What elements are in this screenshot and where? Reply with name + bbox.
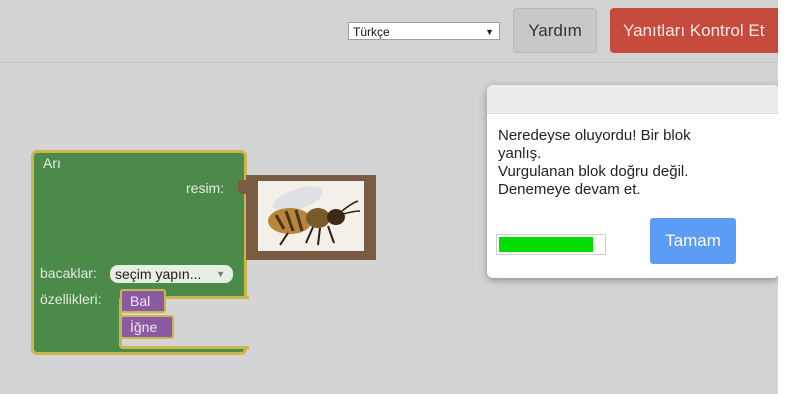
property-chip-bal[interactable]: Bal [120,289,166,313]
language-select[interactable]: Türkçe ▼ [348,22,500,40]
feedback-dialog: Neredeyse oluyordu! Bir blok yanlış. Vur… [487,85,779,278]
triangle-down-icon: ▼ [485,27,494,37]
dialog-message-line: Denemeye devam et. [498,181,641,198]
legs-dropdown-value: seçim yapın... [115,266,202,282]
help-button[interactable]: Yardım [513,8,597,53]
progress-fill [499,237,593,252]
top-bar: Türkçe ▼ Yardım Yanıtları Kontrol Et [0,0,786,63]
legs-label: bacaklar: [40,265,97,281]
legs-dropdown[interactable]: seçim yapın... ▼ [110,265,233,283]
app-page: Türkçe ▼ Yardım Yanıtları Kontrol Et Arı… [0,0,786,394]
dialog-message-line: yanlış. [498,145,542,162]
ok-button[interactable]: Tamam [650,218,736,264]
image-field-label: resim: [186,180,225,196]
page-edge [778,0,786,394]
image-block[interactable] [246,175,376,260]
property-chip-igne[interactable]: İğne [120,315,174,339]
chevron-down-icon: ▼ [216,269,225,279]
block-title: Arı [43,155,61,171]
dialog-message-line: Vurgulanan blok doğru değil. [498,163,689,180]
bee-icon [258,181,364,251]
progress-bar [496,234,606,255]
bee-illustration [258,181,364,251]
properties-label: özellikleri: [40,291,102,307]
dialog-header [487,85,779,114]
dialog-message: Neredeyse oluyordu! Bir blok yanlış. Vur… [498,127,758,199]
dialog-message-line: Neredeyse oluyordu! Bir blok [498,127,691,144]
check-answers-button[interactable]: Yanıtları Kontrol Et [610,8,786,53]
language-select-value: Türkçe [353,25,390,39]
